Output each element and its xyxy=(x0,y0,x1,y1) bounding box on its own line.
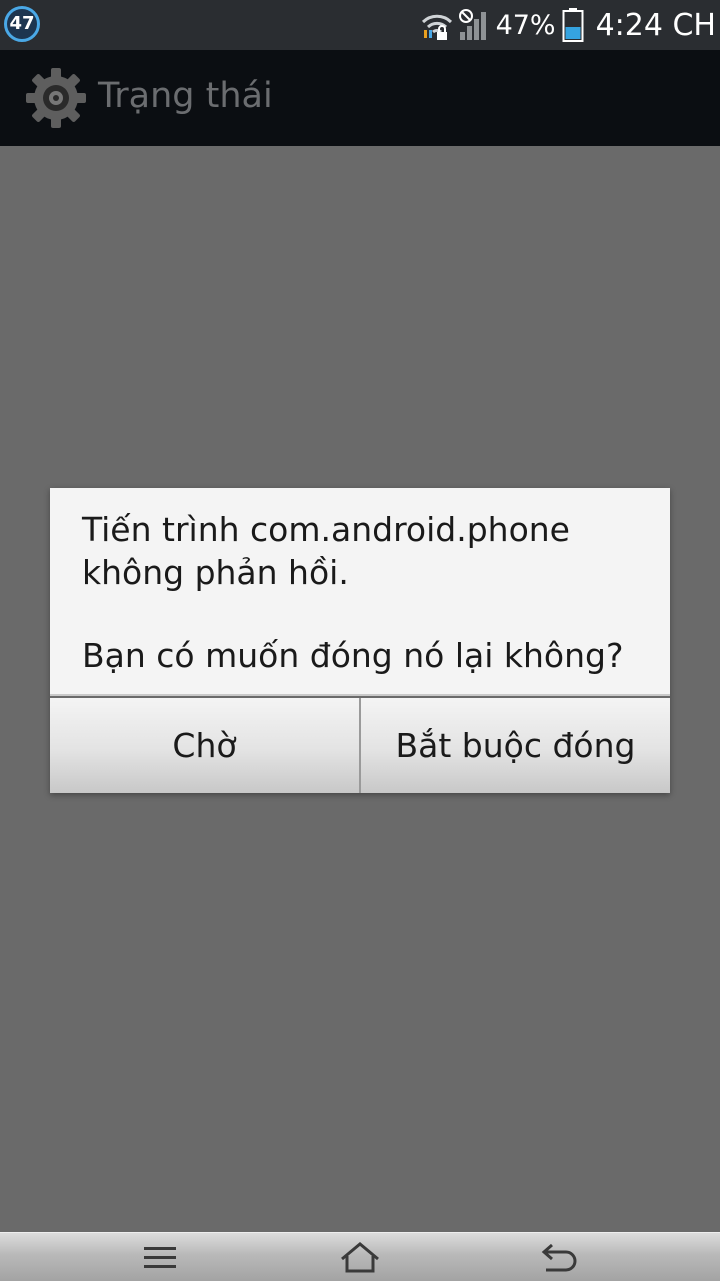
dialog-message-line1: Tiến trình com.android.phone xyxy=(82,510,570,549)
notification-count-badge: 47 xyxy=(4,6,40,42)
status-icons: 47% 4:24 CH xyxy=(420,0,716,50)
status-bar: 47 47% 4:24 CH xyxy=(0,0,720,50)
navigation-bar xyxy=(0,1232,720,1281)
back-button[interactable] xyxy=(530,1239,590,1277)
back-icon xyxy=(541,1243,577,1272)
battery-icon xyxy=(562,8,584,42)
wifi-lock-icon xyxy=(421,14,452,40)
battery-percent: 47% xyxy=(495,9,556,41)
dialog-question: Bạn có muốn đóng nó lại không? xyxy=(82,636,624,675)
not-responding-dialog: Tiến trình com.android.phone không phản … xyxy=(50,488,670,793)
action-bar: Trạng thái xyxy=(0,50,720,146)
menu-icon xyxy=(144,1247,176,1268)
no-signal-icon xyxy=(458,9,486,40)
dialog-button-row: Chờ Bắt buộc đóng xyxy=(50,698,670,793)
page-title: Trạng thái xyxy=(98,76,273,116)
force-close-button[interactable]: Bắt buộc đóng xyxy=(361,698,670,793)
home-icon xyxy=(341,1242,379,1273)
dialog-message-line2: không phản hồi. xyxy=(82,553,349,592)
menu-button[interactable] xyxy=(130,1239,190,1277)
settings-gear-icon xyxy=(26,68,86,128)
clock: 4:24 CH xyxy=(595,7,716,43)
dialog-message-area: Tiến trình com.android.phone không phản … xyxy=(50,488,670,696)
home-button[interactable] xyxy=(330,1239,390,1277)
wait-button[interactable]: Chờ xyxy=(50,698,361,793)
